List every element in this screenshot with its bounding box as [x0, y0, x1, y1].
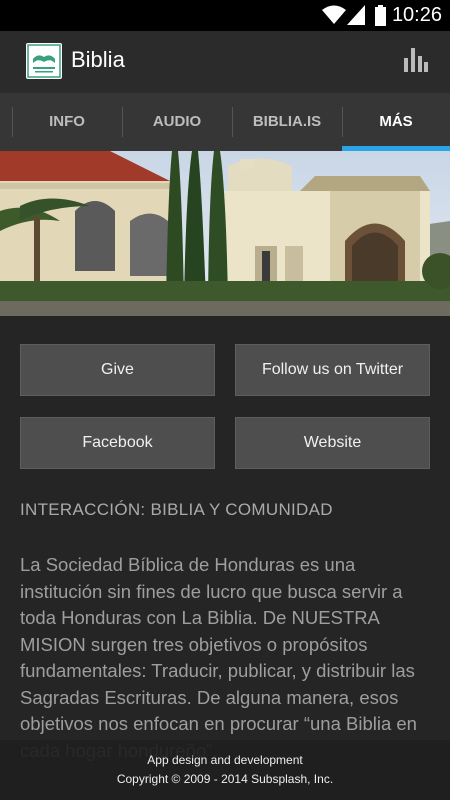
bible-society-logo [27, 44, 61, 78]
section-title: INTERACCIÓN: BIBLIA Y COMUNIDAD [20, 500, 333, 519]
app-logo [26, 43, 62, 79]
tab-biblia-is[interactable]: BIBLIA.IS [232, 93, 342, 151]
tab-audio[interactable]: AUDIO [122, 93, 232, 151]
website-button[interactable]: Website [235, 417, 430, 469]
footer: App design and development Copyright © 2… [0, 740, 450, 800]
app-bar: Biblia [0, 31, 450, 93]
tab-mas[interactable]: MÁS [342, 93, 450, 151]
status-bar: 10:26 [0, 0, 450, 31]
wifi-icon [322, 5, 346, 24]
tab-info[interactable]: INFO [12, 93, 122, 151]
tab-divider [12, 107, 13, 137]
footer-credit: App design and development [147, 753, 303, 767]
hero-image [0, 151, 450, 316]
give-button[interactable]: Give [20, 344, 215, 396]
battery-icon [375, 5, 386, 26]
app-title: Biblia [71, 47, 125, 72]
bar-chart-icon[interactable] [404, 48, 428, 72]
clock: 10:26 [391, 4, 442, 26]
facebook-button[interactable]: Facebook [20, 417, 215, 469]
tab-bar: INFO AUDIO BIBLIA.IS MÁS [0, 93, 450, 151]
footer-copyright: Copyright © 2009 - 2014 Subsplash, Inc. [116, 772, 334, 786]
follow-twitter-button[interactable]: Follow us on Twitter [235, 344, 430, 396]
description-text: La Sociedad Bíblica de Honduras es una i… [20, 554, 417, 761]
signal-icon [347, 5, 365, 25]
